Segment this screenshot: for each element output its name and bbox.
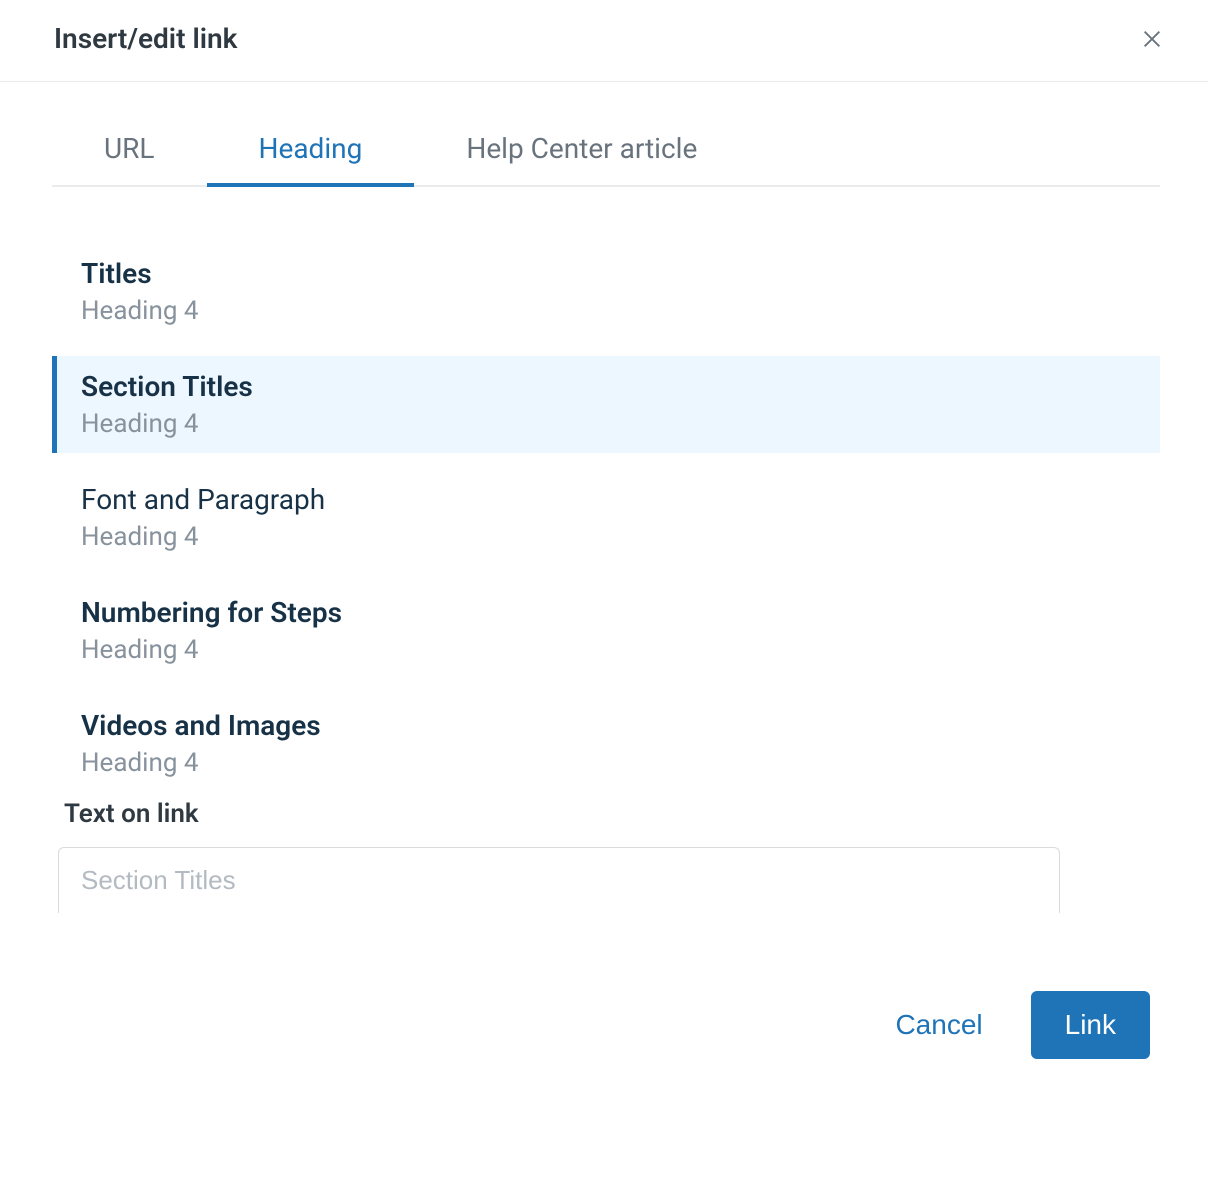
heading-item-level: Heading 4: [81, 748, 1160, 778]
heading-item-title: Titles: [81, 257, 1160, 290]
heading-item[interactable]: Font and Paragraph Heading 4: [52, 469, 1160, 566]
text-on-link-field: Text on link: [0, 799, 1208, 913]
dialog-body: URL Heading Help Center article Titles H…: [0, 82, 1208, 783]
link-button[interactable]: Link: [1031, 991, 1150, 1059]
insert-link-dialog: Insert/edit link URL Heading Help Center…: [0, 0, 1208, 1099]
heading-item-level: Heading 4: [81, 296, 1160, 326]
heading-item[interactable]: Videos and Images Heading 4: [52, 695, 1160, 783]
heading-item-title: Section Titles: [81, 370, 1160, 403]
heading-item-level: Heading 4: [81, 522, 1160, 552]
close-icon[interactable]: [1138, 25, 1166, 53]
tab-bar: URL Heading Help Center article: [52, 132, 1160, 187]
heading-item[interactable]: Titles Heading 4: [52, 243, 1160, 340]
dialog-title: Insert/edit link: [54, 22, 237, 55]
heading-item[interactable]: Section Titles Heading 4: [52, 356, 1160, 453]
cancel-button[interactable]: Cancel: [891, 999, 986, 1051]
heading-item-title: Numbering for Steps: [81, 596, 1160, 629]
text-on-link-input[interactable]: [58, 847, 1060, 913]
text-on-link-label: Text on link: [58, 799, 1160, 847]
tab-heading[interactable]: Heading: [207, 132, 415, 187]
tab-help-center[interactable]: Help Center article: [414, 132, 749, 187]
heading-list[interactable]: Titles Heading 4 Section Titles Heading …: [52, 243, 1160, 783]
dialog-footer: Cancel Link: [0, 951, 1208, 1099]
heading-item-level: Heading 4: [81, 635, 1160, 665]
dialog-header: Insert/edit link: [0, 0, 1208, 82]
heading-item[interactable]: Numbering for Steps Heading 4: [52, 582, 1160, 679]
heading-item-title: Font and Paragraph: [81, 483, 1160, 516]
heading-item-level: Heading 4: [81, 409, 1160, 439]
heading-item-title: Videos and Images: [81, 709, 1160, 742]
tab-url[interactable]: URL: [52, 132, 207, 187]
